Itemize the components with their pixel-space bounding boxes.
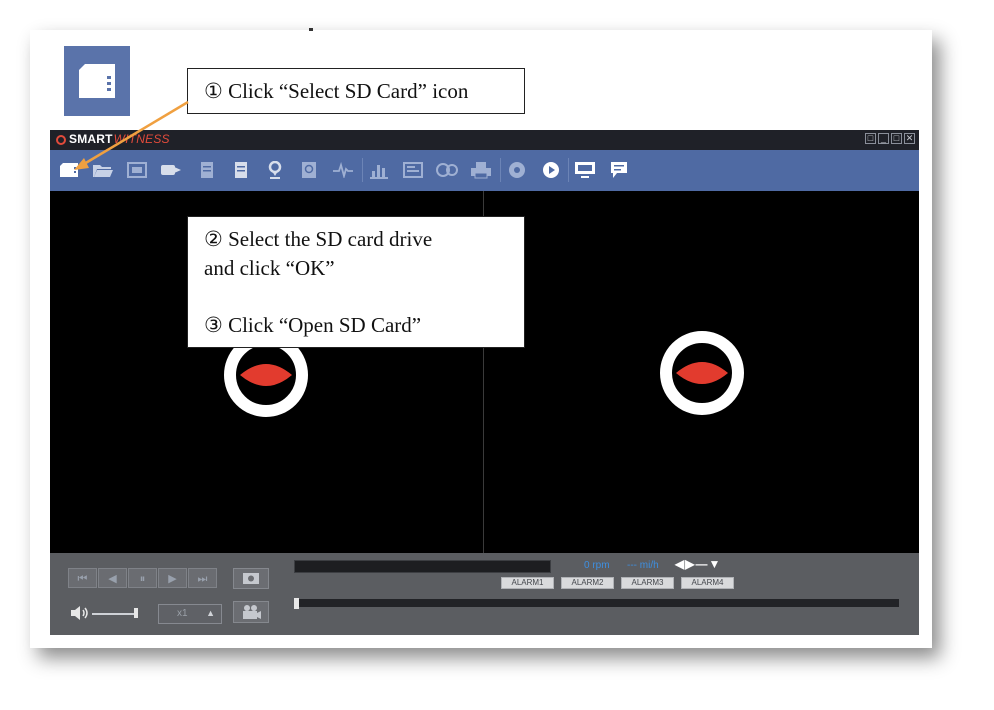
callout-step2-line1: ② Select the SD card drive <box>204 227 433 251</box>
image-icon[interactable] <box>126 160 148 180</box>
callout-step3-text: ③ Click “Open SD Card” <box>204 313 422 337</box>
callout-step1-text: ① Click “Select SD Card” icon <box>204 78 469 103</box>
alarm1-badge: ALARM1 <box>501 577 554 589</box>
volume-icon[interactable] <box>70 605 90 621</box>
display-icon[interactable] <box>402 160 424 180</box>
toolbar <box>50 150 919 191</box>
direction-indicators: ◀▶—▼ <box>675 557 722 571</box>
play-button[interactable]: ▶ <box>158 568 187 588</box>
record-icon[interactable] <box>506 160 528 180</box>
window-buttons: □ _ □ ✕ <box>865 133 915 144</box>
pause-button[interactable]: ⏸ <box>128 568 157 588</box>
callout-step1: ① Click “Select SD Card” icon <box>187 68 525 114</box>
chart-icon[interactable] <box>368 160 390 180</box>
export-icon[interactable] <box>160 160 182 180</box>
speed-up-icon[interactable]: ▲ <box>206 608 215 618</box>
minimize-button[interactable]: _ <box>878 133 889 144</box>
logo-witness-text: WITNESS <box>113 132 170 146</box>
skip-end-button[interactable]: ⏭ <box>188 568 217 588</box>
skip-start-button[interactable]: ⏮ <box>68 568 97 588</box>
maximize-button[interactable]: □ <box>891 133 902 144</box>
alarm3-badge: ALARM3 <box>621 577 674 589</box>
seek-bar-handle[interactable] <box>294 598 299 609</box>
stray-mark <box>309 28 313 31</box>
report-icon[interactable] <box>230 160 252 180</box>
app-logo: SMARTWITNESS <box>56 132 170 146</box>
toolbar-separator <box>568 158 569 182</box>
seek-bar[interactable] <box>294 599 899 607</box>
title-bar: SMARTWITNESS □ _ □ ✕ <box>50 130 919 150</box>
close-button[interactable]: ✕ <box>904 133 915 144</box>
monitor-icon[interactable] <box>574 160 596 180</box>
volume-slider[interactable] <box>92 613 136 615</box>
alarm2-badge: ALARM2 <box>561 577 614 589</box>
step-back-button[interactable]: ◀ <box>98 568 127 588</box>
speed-value: x1 <box>177 608 188 619</box>
logo-smart-text: SMART <box>69 132 113 146</box>
callout-step2-line2: and click “OK” <box>204 256 335 280</box>
no-signal-eye-icon <box>660 331 744 415</box>
select-sd-card-icon-enlarged <box>64 46 130 116</box>
smart-witness-window: SMARTWITNESS □ _ □ ✕ ⏮ ◀ ⏸ ▶ ⏭ x1 ▲ 0 rp… <box>50 130 919 635</box>
open-folder-icon[interactable] <box>92 160 114 180</box>
video-panel-right[interactable] <box>484 191 919 553</box>
map-pin-icon[interactable] <box>264 160 286 180</box>
chat-icon[interactable] <box>608 160 630 180</box>
volume-slider-handle[interactable] <box>134 608 138 618</box>
speed-selector[interactable]: x1 ▲ <box>158 604 222 624</box>
search-icon[interactable] <box>298 160 320 180</box>
rpm-readout: 0 rpm <box>584 560 610 571</box>
alarm4-badge: ALARM4 <box>681 577 734 589</box>
film-icon[interactable] <box>436 160 458 180</box>
speed-readout: --- mi/h <box>627 560 659 571</box>
status-bar <box>294 560 551 573</box>
snapshot-button[interactable] <box>233 568 269 589</box>
logo-circle-icon <box>56 135 66 145</box>
video-capture-button[interactable] <box>233 601 269 623</box>
select-sd-card-icon[interactable] <box>58 160 80 180</box>
toolbar-separator <box>500 158 501 182</box>
sd-card-icon <box>79 64 115 98</box>
print-icon[interactable] <box>470 160 492 180</box>
callout-step2-3: ② Select the SD card drive and click “OK… <box>187 216 525 348</box>
pulse-icon[interactable] <box>332 160 354 180</box>
play-icon[interactable] <box>540 160 562 180</box>
camera-icon <box>243 573 259 584</box>
document-icon[interactable] <box>196 160 218 180</box>
film-camera-icon <box>243 605 261 619</box>
playback-buttons: ⏮ ◀ ⏸ ▶ ⏭ <box>68 568 218 588</box>
playback-controls: ⏮ ◀ ⏸ ▶ ⏭ x1 ▲ 0 rpm --- mi/h ◀▶—▼ ALARM… <box>50 553 919 635</box>
toolbar-separator <box>362 158 363 182</box>
restore-button[interactable]: □ <box>865 133 876 144</box>
